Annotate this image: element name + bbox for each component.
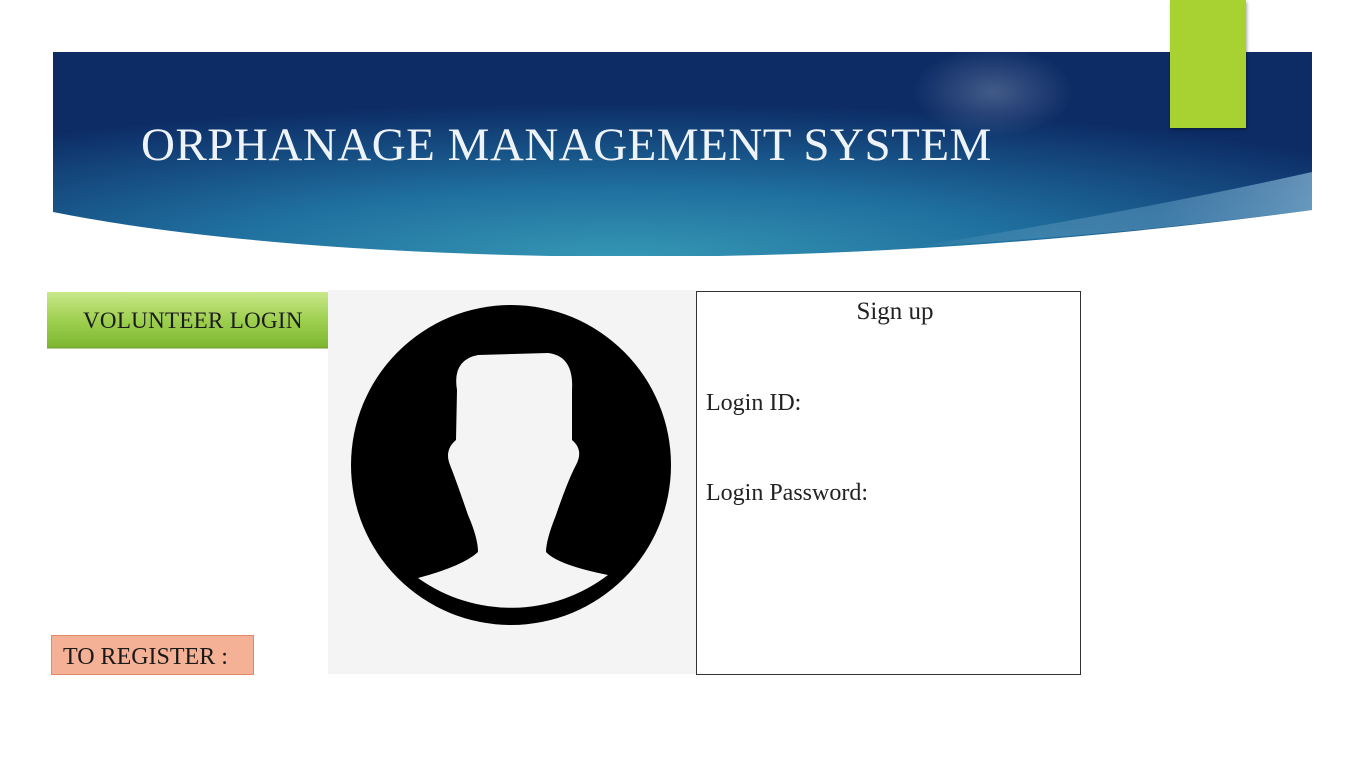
header-banner: ORPHANAGE MANAGEMENT SYSTEM xyxy=(53,52,1312,256)
page: ORPHANAGE MANAGEMENT SYSTEM VOLUNTEER LO… xyxy=(0,0,1366,768)
login-id-label: Login ID: xyxy=(706,390,802,416)
register-button[interactable]: TO REGISTER : xyxy=(51,635,254,675)
user-silhouette-icon xyxy=(351,305,671,625)
accent-block xyxy=(1170,0,1246,128)
avatar-panel xyxy=(328,290,696,674)
login-password-field[interactable] xyxy=(887,480,1071,510)
signup-title: Sign up xyxy=(856,298,934,325)
page-title: ORPHANAGE MANAGEMENT SYSTEM xyxy=(141,119,992,171)
login-id-field[interactable] xyxy=(815,390,1069,420)
volunteer-login-tag[interactable]: VOLUNTEER LOGIN xyxy=(45,290,375,352)
volunteer-login-label: VOLUNTEER LOGIN xyxy=(83,308,303,333)
login-password-label: Login Password: xyxy=(706,480,868,506)
signup-form: Sign up Login ID: Login Password: xyxy=(696,291,1081,675)
